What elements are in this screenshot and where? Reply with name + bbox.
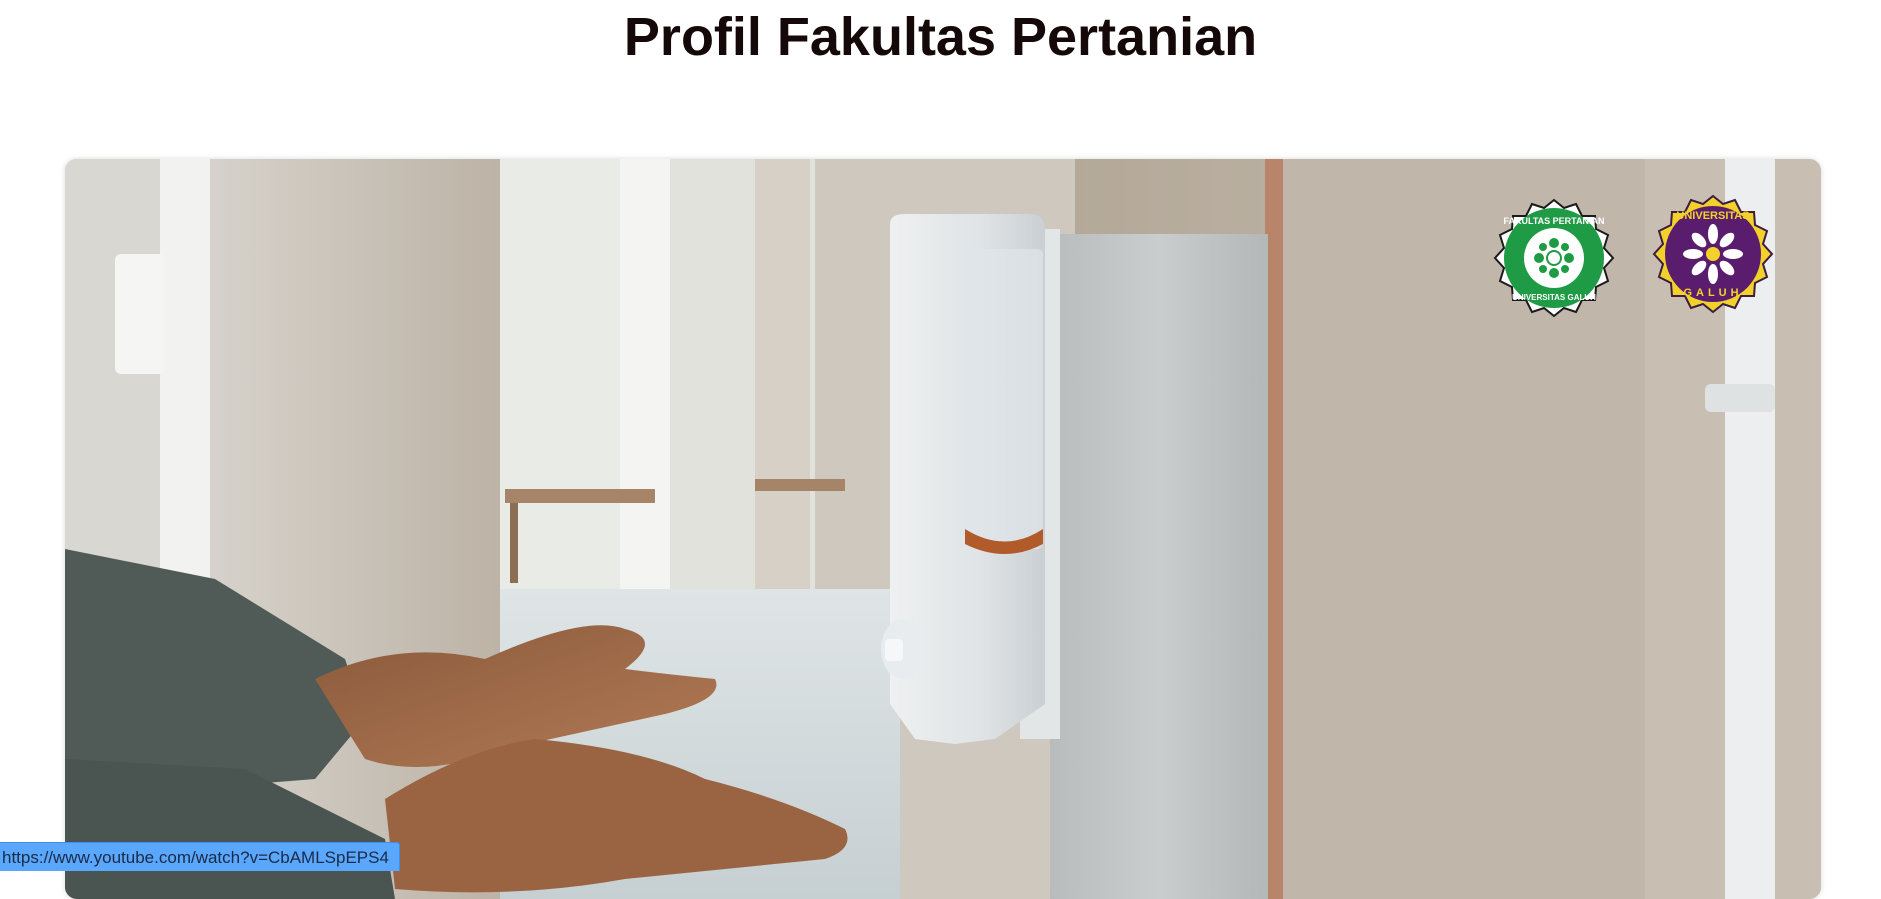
faculty-logo: FAKULTAS PERTANIAN UNIVERSITAS GALUH [1492, 198, 1616, 322]
youtube-video-embed[interactable]: FAKULTAS PERTANIAN UNIVERSITAS GALUH UNI… [65, 159, 1821, 899]
university-logo-top-text: UNIVERSITAS [1676, 210, 1749, 222]
faculty-logo-bottom-text: UNIVERSITAS GALUH [1512, 293, 1596, 302]
university-logo-bottom-text: GALUH [1683, 287, 1742, 299]
page-title: Profil Fakultas Pertanian [0, 0, 1881, 74]
link-status-bar: https://www.youtube.com/watch?v=CbAMLSpE… [0, 842, 400, 871]
faculty-logo-top-text: FAKULTAS PERTANIAN [1504, 216, 1605, 226]
university-logo: UNIVERSITAS GALUH [1651, 194, 1775, 318]
